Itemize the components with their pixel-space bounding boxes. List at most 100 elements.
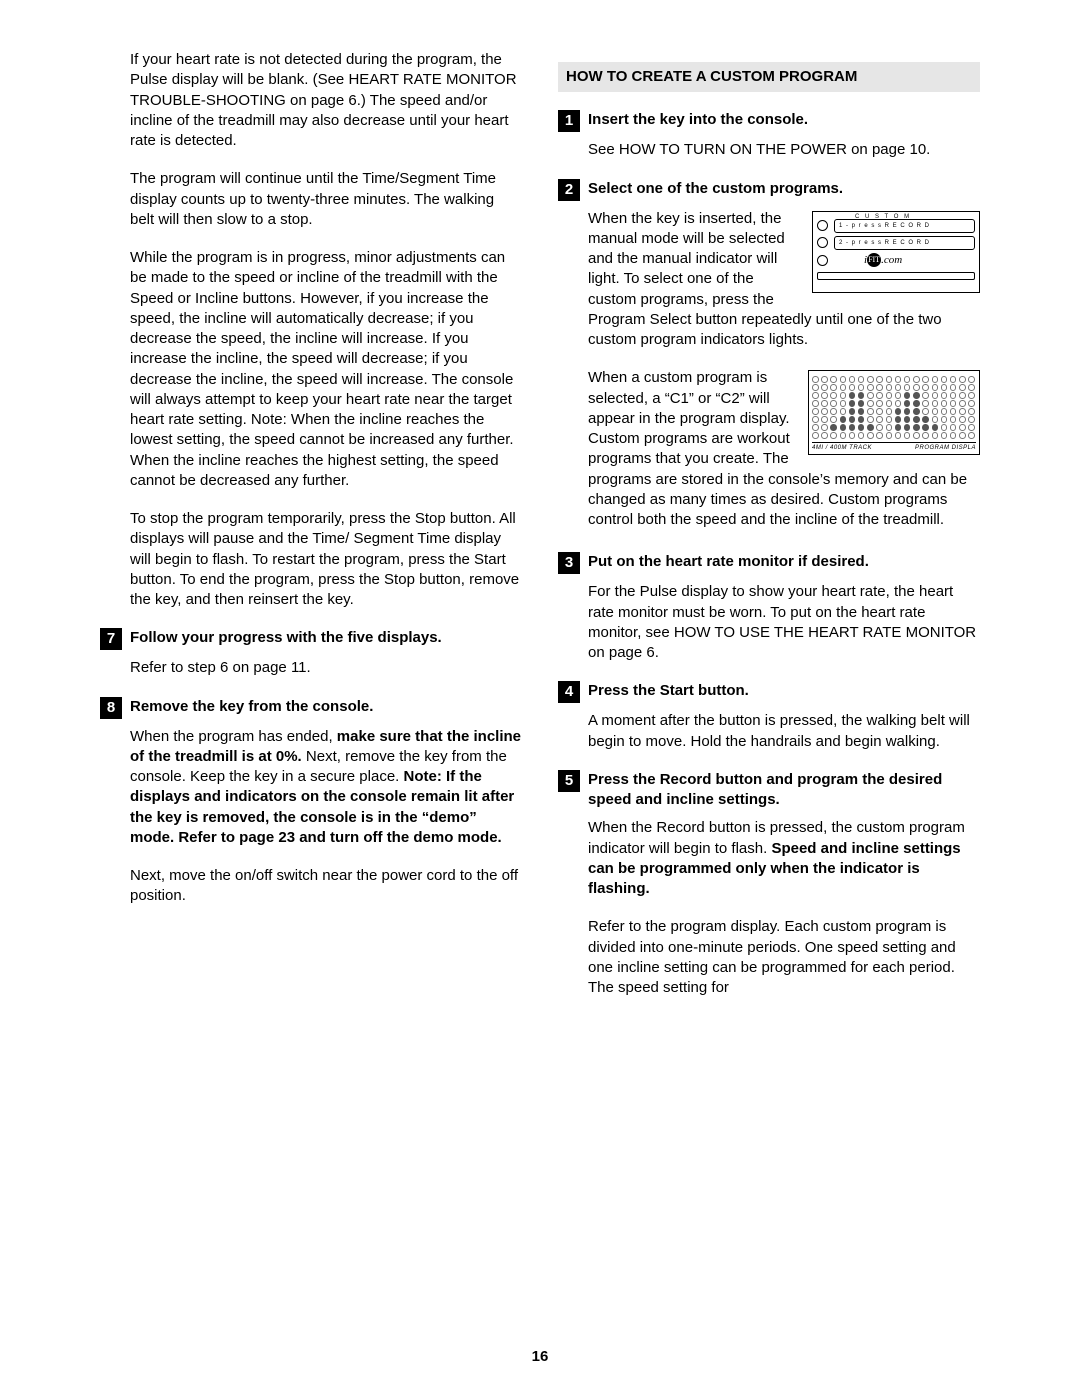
- right-column: HOW TO CREATE A CUSTOM PROGRAM 1 Insert …: [558, 50, 980, 1337]
- led-dot: [830, 376, 837, 383]
- led-dot: [895, 400, 902, 407]
- led-dot: [858, 392, 865, 399]
- led-dot: [922, 376, 929, 383]
- section-heading-bar: HOW TO CREATE A CUSTOM PROGRAM: [558, 62, 980, 92]
- led-dot: [941, 400, 948, 407]
- text-run: When the program has ended,: [130, 728, 337, 745]
- led-dot: [849, 416, 856, 423]
- led-dot: [812, 432, 819, 439]
- led-dot: [922, 408, 929, 415]
- led-dot: [895, 392, 902, 399]
- led-dot: [904, 376, 911, 383]
- step-title: Follow your progress with the five displ…: [130, 628, 522, 648]
- led-dot: [821, 408, 828, 415]
- step-number-box: 1: [558, 110, 580, 132]
- led-dot: [886, 400, 893, 407]
- led-dot: [959, 416, 966, 423]
- led-dot: [886, 432, 893, 439]
- led-dot: [968, 392, 975, 399]
- led-dot: [830, 384, 837, 391]
- led-dot: [950, 400, 957, 407]
- led-dot: [968, 408, 975, 415]
- indicator-light-icon: [817, 220, 828, 231]
- led-dot: [812, 400, 819, 407]
- program-display-illustration: 4MI / 400M TRACK PROGRAM DISPLA: [808, 370, 980, 455]
- step-8-heading: 8 Remove the key from the console.: [100, 697, 522, 719]
- led-dot: [904, 432, 911, 439]
- led-dot: [959, 424, 966, 431]
- led-dot: [895, 384, 902, 391]
- led-dot: [913, 432, 920, 439]
- ifit-logo: iFIT.com: [817, 253, 975, 268]
- led-dot: [867, 376, 874, 383]
- led-dot: [867, 400, 874, 407]
- led-dot: [950, 416, 957, 423]
- step-title: Select one of the custom programs.: [588, 179, 980, 199]
- led-dot: [812, 376, 819, 383]
- led-dot: [821, 376, 828, 383]
- led-dot: [950, 384, 957, 391]
- led-dot: [895, 416, 902, 423]
- step-title: Press the Start button.: [588, 681, 980, 701]
- led-dot: [968, 400, 975, 407]
- led-dot: [840, 376, 847, 383]
- led-dot: [904, 384, 911, 391]
- led-dot: [886, 416, 893, 423]
- custom-slot-label: 1 - p r e s s R E C O R D: [834, 219, 975, 233]
- led-dot: [941, 424, 948, 431]
- led-dot: [913, 408, 920, 415]
- body-paragraph: While the program is in progress, minor …: [100, 248, 522, 491]
- fig2-footer: 4MI / 400M TRACK PROGRAM DISPLA: [812, 442, 976, 452]
- led-dot: [812, 424, 819, 431]
- led-dot: [968, 376, 975, 383]
- led-dot: [904, 416, 911, 423]
- led-dot: [941, 408, 948, 415]
- led-dot: [886, 424, 893, 431]
- led-dot: [876, 408, 883, 415]
- led-dot: [849, 424, 856, 431]
- step-number-box: 2: [558, 179, 580, 201]
- led-dot: [840, 400, 847, 407]
- two-column-layout: If your heart rate is not detected durin…: [100, 50, 980, 1337]
- led-dot: [821, 392, 828, 399]
- led-dot: [913, 424, 920, 431]
- led-dot: [830, 416, 837, 423]
- led-dot: [867, 416, 874, 423]
- led-dot: [858, 416, 865, 423]
- led-dot: [886, 392, 893, 399]
- led-dot: [932, 424, 939, 431]
- console-custom-slot-illustration: C U S T O M 1 - p r e s s R E C O R D 2 …: [812, 211, 980, 293]
- led-dot: [840, 392, 847, 399]
- led-dot: [876, 384, 883, 391]
- body-paragraph: When the program has ended, make sure th…: [100, 727, 522, 849]
- led-dot: [867, 408, 874, 415]
- led-dot: [932, 400, 939, 407]
- led-dot: [830, 400, 837, 407]
- led-dot: [867, 384, 874, 391]
- led-dot: [812, 392, 819, 399]
- led-dot: [830, 392, 837, 399]
- led-dot: [968, 384, 975, 391]
- led-dot: [830, 424, 837, 431]
- led-dot: [886, 408, 893, 415]
- led-dot: [950, 432, 957, 439]
- led-dot: [821, 384, 828, 391]
- led-dot: [830, 432, 837, 439]
- led-dot: [922, 384, 929, 391]
- led-dot: [821, 400, 828, 407]
- step-4-heading: 4 Press the Start button.: [558, 681, 980, 703]
- led-dot: [858, 400, 865, 407]
- led-dot: [876, 400, 883, 407]
- fig2-right-label: PROGRAM DISPLA: [915, 444, 976, 452]
- led-dot: [849, 400, 856, 407]
- led-dot: [867, 392, 874, 399]
- led-dot: [886, 384, 893, 391]
- step-title: Insert the key into the console.: [588, 110, 980, 130]
- led-dot: [840, 424, 847, 431]
- step-number-box: 7: [100, 628, 122, 650]
- logo-badge-icon: FIT: [867, 253, 881, 267]
- led-dot: [895, 376, 902, 383]
- step-number-box: 3: [558, 552, 580, 574]
- page-number: 16: [100, 1347, 980, 1367]
- led-dot: [932, 416, 939, 423]
